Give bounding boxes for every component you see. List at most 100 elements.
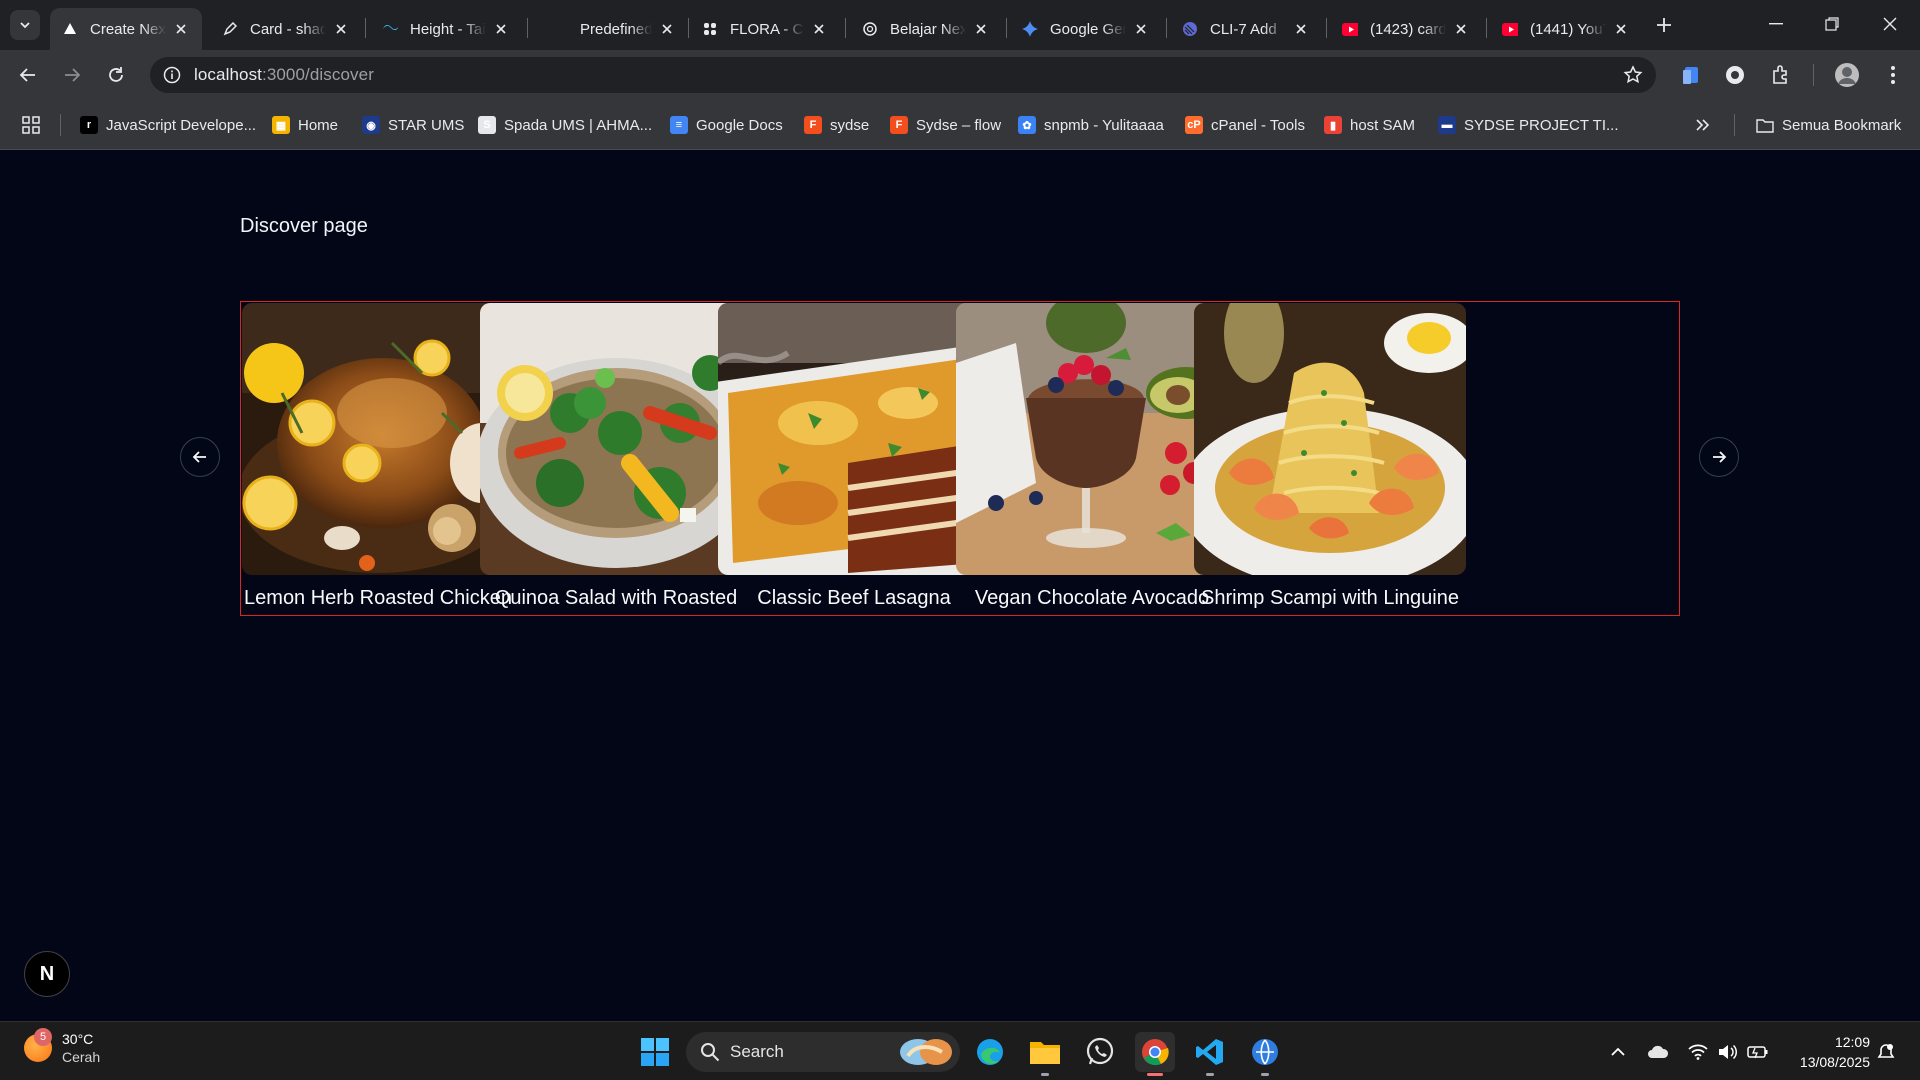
bookmark-divider <box>1734 114 1735 136</box>
chevron-down-icon <box>20 22 30 29</box>
extension-circle-icon[interactable] <box>1722 62 1748 88</box>
site-info-icon[interactable] <box>162 65 182 85</box>
weather-condition: Cerah <box>62 1049 101 1065</box>
sun-icon: 5 <box>24 1028 52 1062</box>
minimize-button[interactable] <box>1748 0 1804 48</box>
tab-youtube-1423[interactable]: (1423) card <box>1330 8 1482 50</box>
extensions-puzzle-icon[interactable] <box>1768 62 1794 88</box>
taskbar-file-explorer[interactable] <box>1025 1032 1065 1076</box>
bookmark-item[interactable]: cP cPanel - Tools <box>1185 114 1305 136</box>
tab-cli-7[interactable]: CLI-7 Add <box>1170 8 1322 50</box>
bookmark-label: SYDSE PROJECT TI... <box>1464 116 1619 134</box>
recipe-card[interactable]: Quinoa Salad with Roasted <box>480 303 752 615</box>
close-icon[interactable] <box>810 20 828 38</box>
bookmark-favicon-icon: ✿ <box>1018 116 1036 134</box>
bookmark-item[interactable]: ≡ Google Docs <box>670 114 783 136</box>
tab-title: Belajar Next.js <box>890 20 966 38</box>
tab-height-tailwind[interactable]: Height - Tailwind CSS <box>370 8 522 50</box>
more-bookmarks-icon[interactable] <box>1696 114 1710 136</box>
taskbar-edge[interactable] <box>970 1032 1010 1072</box>
close-window-button[interactable] <box>1862 0 1918 48</box>
tab-youtube-1441[interactable]: (1441) YouTube <box>1490 8 1642 50</box>
arrow-right-icon <box>65 68 81 82</box>
bookmark-favicon-icon: r <box>80 116 98 134</box>
chrome-menu-icon[interactable] <box>1880 62 1906 88</box>
carousel-next-button[interactable] <box>1699 437 1739 477</box>
carousel-prev-button[interactable] <box>180 437 220 477</box>
tab-divider <box>1326 18 1327 38</box>
close-icon[interactable] <box>172 20 190 38</box>
show-hidden-icons[interactable] <box>1606 1040 1630 1064</box>
tab-card-shadcn[interactable]: Card - shadcn/ui <box>210 8 362 50</box>
reload-button[interactable] <box>100 59 132 91</box>
bookmark-item[interactable]: S Spada UMS | AHMA... <box>478 114 652 136</box>
bookmark-divider <box>60 114 61 136</box>
apps-grid-icon[interactable] <box>22 114 40 136</box>
weather-temperature: 30°C <box>62 1031 94 1047</box>
bookmark-item[interactable]: Fsydse <box>804 114 869 136</box>
folder-icon <box>1030 1042 1060 1064</box>
bookmark-label: Spada UMS | AHMA... <box>504 116 653 134</box>
nextjs-icon <box>62 21 78 37</box>
tab-predefined[interactable]: Predefined <box>540 8 688 50</box>
new-tab-button[interactable] <box>1650 11 1678 39</box>
url-path: :3000/discover <box>262 65 374 84</box>
all-bookmarks-folder[interactable]: Semua Bookmark <box>1756 114 1901 136</box>
tab-flora[interactable]: FLORA - Canvas <box>690 8 840 50</box>
bookmark-item[interactable]: F Sydse – flow <box>890 114 1001 136</box>
wifi-icon[interactable] <box>1686 1040 1710 1064</box>
bookmark-item[interactable]: r JavaScript Develope... <box>80 114 256 136</box>
start-button[interactable] <box>635 1032 675 1072</box>
tab-divider <box>1166 18 1167 38</box>
bookmark-star-icon[interactable] <box>1622 64 1644 86</box>
forward-button[interactable] <box>56 59 88 91</box>
close-icon[interactable] <box>1292 20 1310 38</box>
close-icon[interactable] <box>972 20 990 38</box>
tab-search-button[interactable] <box>10 10 40 40</box>
nextjs-dev-indicator[interactable]: N <box>24 951 70 997</box>
bookmark-item[interactable]: ✿ snpmb - Yulitaaaa <box>1018 114 1164 136</box>
url-text[interactable]: localhost:3000/discover <box>194 65 374 85</box>
battery-icon[interactable] <box>1746 1040 1770 1064</box>
close-icon[interactable] <box>658 20 676 38</box>
flora-icon <box>702 21 718 37</box>
close-icon <box>1883 17 1897 31</box>
profile-avatar[interactable] <box>1834 62 1860 88</box>
recipe-card[interactable]: Classic Beef Lasagna <box>718 303 990 615</box>
tab-belajar-next[interactable]: Belajar Next.js <box>850 8 1002 50</box>
bookmark-item[interactable]: ▦ Home <box>272 114 338 136</box>
address-bar[interactable]: localhost:3000/discover <box>150 57 1656 93</box>
youtube-icon <box>1502 21 1518 37</box>
tab-create-next-app[interactable]: Create Next App <box>50 8 202 50</box>
taskbar-app-blue[interactable] <box>1245 1032 1285 1076</box>
bookmark-item[interactable]: ▬ SYDSE PROJECT TI... <box>1438 114 1618 136</box>
back-button[interactable] <box>12 59 44 91</box>
tab-title: Create Next App <box>90 20 166 38</box>
recipe-card[interactable]: Vegan Chocolate Avocado <box>956 303 1228 615</box>
close-icon[interactable] <box>1132 20 1150 38</box>
weather-widget[interactable]: 5 30°C Cerah <box>24 1028 101 1066</box>
onedrive-icon[interactable] <box>1646 1040 1670 1064</box>
bookmark-item[interactable]: ◉ STAR UMS <box>362 114 464 136</box>
taskbar-search[interactable]: Search <box>686 1032 960 1072</box>
volume-icon[interactable] <box>1716 1040 1740 1064</box>
close-icon[interactable] <box>1612 20 1630 38</box>
bookmark-item[interactable]: ▮ host SAM <box>1324 114 1415 136</box>
taskbar-whatsapp[interactable] <box>1080 1032 1120 1072</box>
extension-docs-icon[interactable] <box>1678 62 1704 88</box>
taskbar-vscode[interactable] <box>1190 1032 1230 1076</box>
tab-google-gemini[interactable]: Google Gemini <box>1010 8 1162 50</box>
system-clock[interactable]: 12:09 13/08/2025 <box>1786 1032 1870 1072</box>
recipe-card[interactable]: Shrimp Scampi with Linguine <box>1194 303 1466 615</box>
chevron-up-icon <box>1611 1047 1625 1056</box>
bookmark-favicon-icon: F <box>804 116 822 134</box>
tab-divider <box>527 18 528 38</box>
close-icon[interactable] <box>332 20 350 38</box>
taskbar-chrome[interactable] <box>1135 1032 1175 1076</box>
restore-button[interactable] <box>1804 0 1860 48</box>
recipe-card[interactable]: Lemon Herb Roasted Chicken <box>242 303 514 615</box>
notifications-icon[interactable] <box>1874 1040 1898 1064</box>
close-icon[interactable] <box>492 20 510 38</box>
running-indicator <box>1261 1073 1269 1076</box>
close-icon[interactable] <box>1452 20 1470 38</box>
